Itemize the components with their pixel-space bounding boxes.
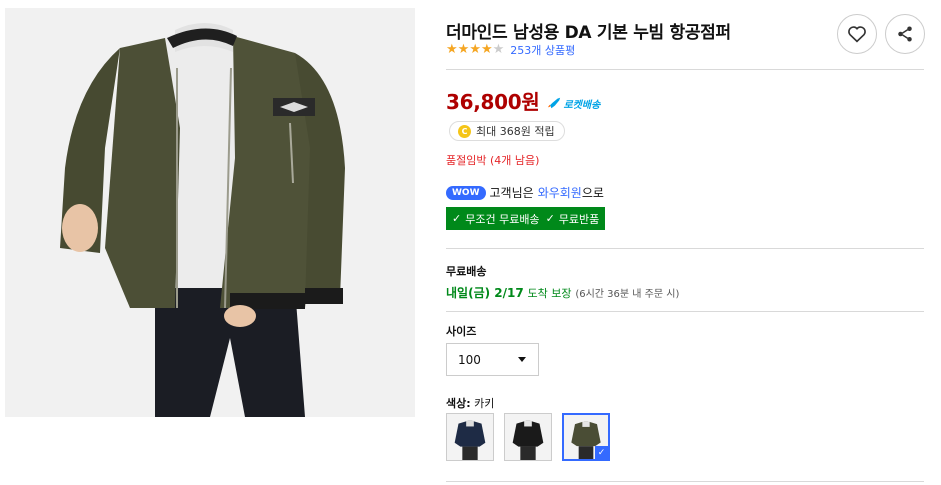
wow-badge: WOW bbox=[446, 185, 486, 200]
review-count-link[interactable]: 253개 상품평 bbox=[510, 42, 575, 58]
star-icon: ★ bbox=[457, 42, 470, 57]
rocket-label: 로켓배송 bbox=[563, 99, 601, 111]
check-icon: ✓ bbox=[595, 446, 608, 459]
points-badge: C 최대 368원 적립 bbox=[449, 121, 565, 141]
color-swatches: ✓ bbox=[446, 413, 610, 461]
star-icon: ★ bbox=[446, 42, 458, 57]
star-rating: ★ ★ ★ ★ ★ bbox=[446, 43, 504, 57]
color-swatch-navy[interactable] bbox=[446, 413, 494, 461]
shipping-label: 무료배송 bbox=[446, 265, 487, 278]
wow-membership-row: WOW 고객님은 와우회원으로 bbox=[446, 184, 604, 201]
divider bbox=[446, 481, 924, 482]
delivery-date: 내일(금) 2/17 bbox=[446, 286, 524, 300]
star-icon: ★ bbox=[469, 42, 481, 57]
check-icon: ✓ bbox=[452, 212, 462, 225]
color-swatch-khaki[interactable]: ✓ bbox=[562, 413, 610, 461]
stock-warning: 품절임박 (4개 남음) bbox=[446, 154, 540, 167]
color-selected-value: 카키 bbox=[474, 397, 495, 410]
coin-icon: C bbox=[458, 124, 471, 138]
wishlist-button[interactable] bbox=[837, 14, 877, 54]
wow-prefix: 고객님은 bbox=[489, 186, 534, 200]
heart-icon bbox=[848, 26, 866, 43]
color-label: 색상: 카키 bbox=[446, 395, 494, 411]
size-selected-value: 100 bbox=[458, 352, 481, 367]
star-icon: ★ bbox=[480, 42, 493, 57]
size-label: 사이즈 bbox=[446, 325, 477, 338]
color-swatch-black[interactable] bbox=[504, 413, 552, 461]
sale-price: 36,800원 bbox=[446, 90, 540, 114]
divider bbox=[446, 311, 924, 312]
price-row: 36,800원 로켓배송 bbox=[446, 86, 600, 115]
wow-member-link[interactable]: 와우회원 bbox=[538, 186, 582, 200]
wow-benefits-banner: ✓ 무조건 무료배송 ✓ 무료반품 bbox=[446, 207, 606, 230]
check-icon: ✓ bbox=[545, 212, 555, 225]
free-return-benefit: 무료반품 bbox=[558, 212, 600, 226]
rocket-icon bbox=[548, 97, 561, 109]
product-main-image[interactable] bbox=[5, 8, 415, 417]
delivery-note: (6시간 36분 내 주문 시) bbox=[575, 289, 680, 300]
star-empty-icon: ★ bbox=[492, 42, 505, 57]
rocket-delivery-badge: 로켓배송 bbox=[547, 96, 600, 111]
share-button[interactable] bbox=[885, 14, 925, 54]
size-select[interactable]: 100 bbox=[446, 343, 539, 376]
color-label-title: 색상: bbox=[446, 397, 471, 410]
product-info-panel: 더마인드 남성용 DA 기본 누빔 항공점퍼 ★ ★ ★ ★ ★ 253개 상품… bbox=[446, 0, 926, 485]
free-shipping-benefit: 무조건 무료배송 bbox=[465, 212, 540, 226]
delivery-row: 내일(금) 2/17 도착 보장 (6시간 36분 내 주문 시) bbox=[446, 284, 679, 301]
chevron-down-icon bbox=[518, 357, 526, 362]
share-icon bbox=[898, 26, 912, 42]
rating-row: ★ ★ ★ ★ ★ 253개 상품평 bbox=[446, 42, 575, 58]
points-text: 최대 368원 적립 bbox=[476, 125, 555, 138]
wow-suffix: 으로 bbox=[581, 186, 604, 200]
divider bbox=[446, 248, 924, 249]
product-title: 더마인드 남성용 DA 기본 누빔 항공점퍼 bbox=[446, 23, 731, 43]
delivery-guarantee: 도착 보장 bbox=[527, 287, 572, 300]
divider bbox=[446, 69, 924, 70]
